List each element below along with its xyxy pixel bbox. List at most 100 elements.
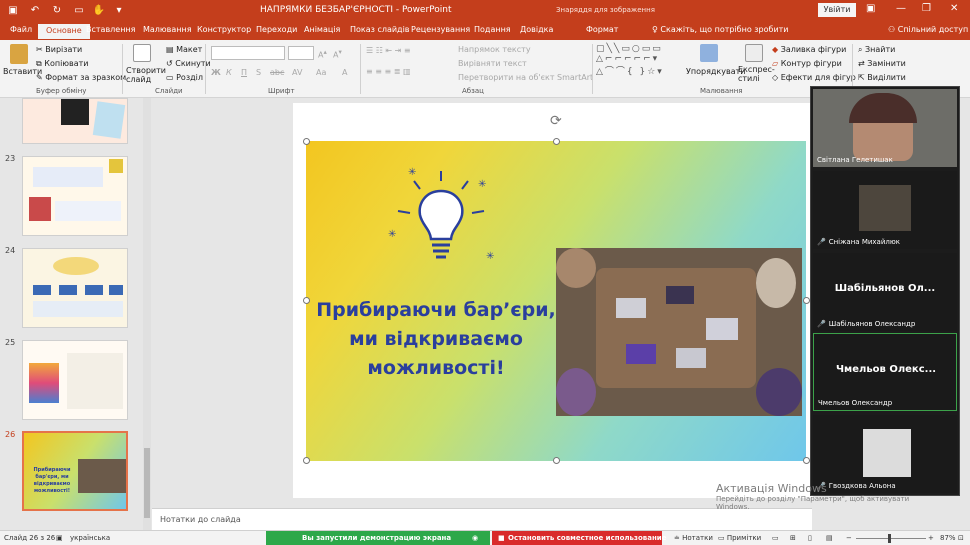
strikethrough-button[interactable]: abc bbox=[270, 68, 284, 77]
quick-styles-icon[interactable] bbox=[745, 44, 763, 62]
zoom-level[interactable]: 87% bbox=[940, 534, 956, 542]
tell-me-search[interactable]: ♀ Скажіть, що потрібно зробити bbox=[652, 25, 789, 34]
redo-icon[interactable]: ↻ bbox=[50, 4, 64, 18]
notes-pane[interactable]: Нотатки до слайда bbox=[152, 508, 812, 530]
text-direction-button[interactable]: Напрямок тексту bbox=[458, 45, 531, 54]
notes-toggle[interactable]: ≐ Нотатки bbox=[674, 534, 713, 542]
tab-design[interactable]: Конструктор bbox=[197, 25, 251, 34]
tab-home[interactable]: Основне bbox=[38, 24, 90, 39]
resize-handle[interactable] bbox=[803, 457, 810, 464]
maximize-icon[interactable]: ❐ bbox=[922, 3, 931, 14]
arrange-icon[interactable] bbox=[700, 44, 718, 62]
italic-button[interactable]: К bbox=[226, 68, 232, 77]
save-icon[interactable]: ▣ bbox=[6, 4, 20, 18]
bullets-icon[interactable]: ☰ ☷ ⇤ ⇥ ≡ bbox=[366, 46, 411, 55]
quick-styles-button[interactable]: Експрес-стилі bbox=[738, 65, 775, 83]
font-color-button[interactable]: A bbox=[342, 68, 347, 77]
reset-button[interactable]: ↺ Скинути bbox=[166, 59, 211, 68]
shape-fill-button[interactable]: ◆ Заливка фігури bbox=[772, 45, 846, 54]
slides-scrollbar[interactable] bbox=[143, 98, 151, 530]
spellcheck-icon[interactable]: ▣ bbox=[56, 534, 63, 542]
tab-draw[interactable]: Малювання bbox=[143, 25, 192, 34]
format-painter-button[interactable]: ✎ Формат за зразком bbox=[36, 73, 126, 82]
font-shrink-icon[interactable]: A▾ bbox=[333, 48, 342, 60]
team-photo[interactable] bbox=[556, 248, 802, 416]
tab-file[interactable]: Файл bbox=[10, 25, 32, 34]
tab-insert[interactable]: Вставлення bbox=[86, 25, 135, 34]
tab-animations[interactable]: Анімація bbox=[304, 25, 340, 34]
tab-transitions[interactable]: Переходи bbox=[256, 25, 297, 34]
fit-slide-icon[interactable]: ⊡ bbox=[958, 534, 964, 542]
section-button[interactable]: ▭ Розділ bbox=[166, 73, 203, 82]
ribbon-display-icon[interactable]: ▣ bbox=[866, 3, 875, 14]
participant-tile-active[interactable]: Чмельов Олекс... Чмельов Олександр bbox=[813, 333, 957, 411]
shapes-gallery[interactable]: ▢╲╲▭○▭▭ △⌐⌐⌐⌐⌐▾ △⌒⌒{ }☆▾ bbox=[596, 44, 664, 77]
replace-button[interactable]: ⇄ Замінити bbox=[858, 59, 906, 68]
shape-outline-button[interactable]: ▱ Контур фігури bbox=[772, 59, 842, 68]
comments-toggle[interactable]: ▭ Примітки bbox=[718, 534, 761, 542]
bold-button[interactable]: Ж bbox=[211, 68, 221, 77]
tab-format[interactable]: Формат bbox=[586, 25, 618, 34]
layout-button[interactable]: ▤ Макет bbox=[166, 45, 202, 54]
tab-slideshow[interactable]: Показ слайдів bbox=[350, 25, 410, 34]
select-button[interactable]: ⇱ Виділити bbox=[858, 73, 906, 82]
slide-thumbnail-25[interactable] bbox=[22, 340, 128, 420]
zoom-in-icon[interactable]: + bbox=[928, 534, 934, 542]
undo-icon[interactable]: ↶ bbox=[28, 4, 42, 18]
cut-button[interactable]: ✂ Вирізати bbox=[36, 45, 82, 54]
zoom-slider-thumb[interactable] bbox=[888, 534, 891, 543]
copy-button[interactable]: ⧉ Копіювати bbox=[36, 59, 89, 69]
resize-handle[interactable] bbox=[553, 138, 560, 145]
font-size-input[interactable] bbox=[288, 46, 314, 60]
font-name-input[interactable] bbox=[211, 46, 285, 60]
slide-picture[interactable]: ✳ ✳ ✳ ✳ Прибираючи бар’єри, ми відкриває… bbox=[306, 141, 806, 461]
new-slide-button[interactable]: Створити слайд bbox=[126, 66, 166, 84]
participant-tile[interactable]: 🎤 Сніжана Михайлюк bbox=[813, 171, 957, 249]
present-icon[interactable]: ▭ bbox=[72, 4, 86, 18]
resize-handle[interactable] bbox=[553, 457, 560, 464]
zoom-out-icon[interactable]: − bbox=[846, 534, 852, 542]
new-slide-icon[interactable] bbox=[133, 44, 151, 62]
signin-button[interactable]: Увійти bbox=[818, 3, 856, 17]
rotate-handle-icon[interactable]: ⟳ bbox=[550, 113, 562, 129]
zoom-slider[interactable] bbox=[856, 538, 926, 539]
shadow-button[interactable]: S bbox=[256, 68, 261, 77]
participant-tile[interactable]: Шабільянов Ол... 🎤 Шабільянов Олександр bbox=[813, 253, 957, 331]
participant-tile[interactable]: Світлана Гелетишак bbox=[813, 89, 957, 167]
convert-smartart-button[interactable]: Перетворити на об'єкт SmartArt bbox=[458, 73, 593, 82]
close-icon[interactable]: ✕ bbox=[950, 3, 958, 14]
tab-review[interactable]: Рецензування bbox=[411, 25, 470, 34]
shape-effects-button[interactable]: ◇ Ефекти для фігур bbox=[772, 73, 856, 82]
resize-handle[interactable] bbox=[303, 138, 310, 145]
change-case-button[interactable]: Aa bbox=[316, 68, 326, 77]
resize-handle[interactable] bbox=[303, 297, 310, 304]
reading-view-icon[interactable]: ▯ bbox=[808, 534, 812, 542]
underline-button[interactable]: П bbox=[241, 68, 247, 77]
paste-icon[interactable] bbox=[10, 44, 28, 64]
slide-headline[interactable]: Прибираючи бар’єри, ми відкриваємо можли… bbox=[306, 296, 566, 383]
slide-thumbnail-24[interactable] bbox=[22, 248, 128, 328]
touch-mode-icon[interactable]: ✋ bbox=[92, 4, 106, 18]
slide-thumbnail-22[interactable] bbox=[22, 98, 128, 144]
share-button[interactable]: ⚇ Спільний доступ bbox=[888, 25, 968, 34]
resize-handle[interactable] bbox=[303, 457, 310, 464]
slideshow-icon[interactable]: ▤ bbox=[826, 534, 833, 542]
resize-handle[interactable] bbox=[803, 297, 810, 304]
minimize-icon[interactable]: — bbox=[896, 3, 906, 14]
spacing-button[interactable]: AV bbox=[292, 68, 302, 77]
stop-sharing-button[interactable]: ■ Остановить совместное использование bbox=[492, 531, 666, 545]
tab-view[interactable]: Подання bbox=[474, 25, 511, 34]
align-text-button[interactable]: Вирівняти текст bbox=[458, 59, 527, 68]
arrange-button[interactable]: Упорядкувати bbox=[686, 67, 745, 76]
slide-thumbnail-26[interactable]: Прибираючи бар'єри, ми відкриваємо можли… bbox=[22, 431, 128, 511]
slide-thumbnail-23[interactable] bbox=[22, 156, 128, 236]
scroll-thumb[interactable] bbox=[144, 448, 150, 518]
align-icons[interactable]: ≡ ≡ ≡ ≣ ▥ bbox=[366, 67, 411, 76]
customize-qat-icon[interactable]: ▾ bbox=[112, 4, 126, 18]
font-grow-icon[interactable]: A▴ bbox=[318, 48, 327, 60]
find-button[interactable]: ⌕ Знайти bbox=[858, 45, 895, 55]
slide-sorter-icon[interactable]: ⊞ bbox=[790, 534, 796, 542]
language-indicator[interactable]: українська bbox=[70, 534, 110, 542]
tab-help[interactable]: Довідка bbox=[520, 25, 553, 34]
normal-view-icon[interactable]: ▭ bbox=[772, 534, 779, 542]
